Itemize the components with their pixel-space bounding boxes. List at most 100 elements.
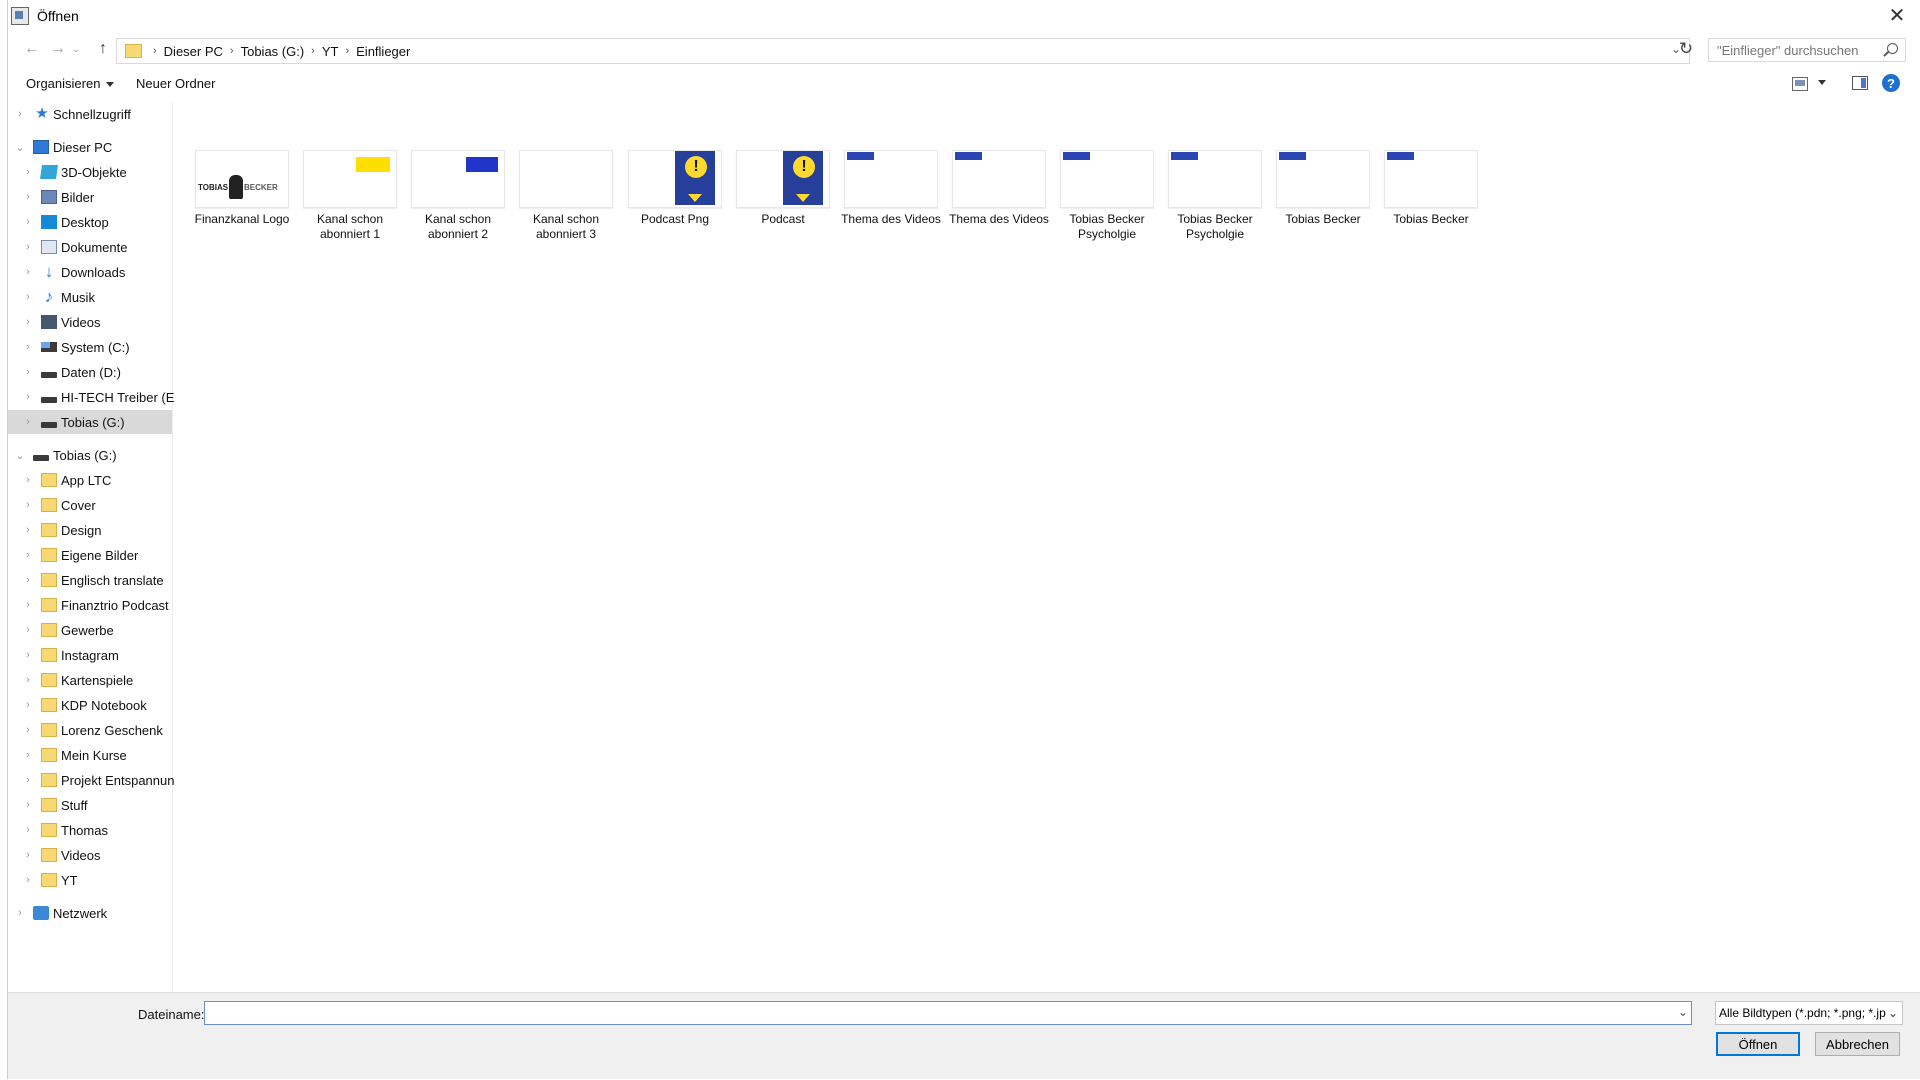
chevron-right-icon[interactable]: › [24, 824, 32, 836]
up-arrow-icon[interactable]: ↑ [91, 39, 115, 59]
filename-input[interactable] [204, 1001, 1692, 1025]
sidebar-item-gewerbe[interactable]: › Gewerbe [8, 618, 172, 642]
sidebar-item-hi-tech-treiber-e[interactable]: › HI-TECH Treiber (E:) [8, 385, 182, 409]
sidebar-item-netzwerk[interactable]: › Netzwerk [8, 901, 172, 925]
file-item[interactable]: Kanal schon abonniert 1 [300, 150, 400, 242]
chevron-right-icon[interactable]: › [16, 108, 24, 120]
chevron-right-icon[interactable]: › [24, 574, 32, 586]
breadcrumb-item[interactable]: Einflieger [356, 44, 410, 59]
sidebar-item-stuff[interactable]: › Stuff [8, 793, 172, 817]
file-item[interactable]: Thema des Videos [949, 150, 1049, 227]
sidebar-item-daten-d[interactable]: › Daten (D:) [8, 360, 172, 384]
preview-pane-icon[interactable] [1852, 76, 1868, 90]
chevron-right-icon[interactable]: › [24, 291, 32, 303]
sidebar-item-finanztrio-podcast[interactable]: › Finanztrio Podcast [8, 593, 172, 617]
file-item[interactable]: Kanal schon abonniert 3 [516, 150, 616, 242]
sidebar-item-videos-folder[interactable]: › Videos [8, 843, 172, 867]
chevron-right-icon[interactable]: › [24, 391, 32, 403]
chevron-right-icon[interactable]: › [24, 474, 32, 486]
breadcrumb-item[interactable]: YT [322, 44, 339, 59]
chevron-down-icon[interactable]: ⌄ [15, 450, 24, 462]
sidebar-item-tobias-g[interactable]: ⌄ Tobias (G:) [8, 443, 172, 467]
chevron-right-icon[interactable]: › [24, 749, 32, 761]
breadcrumb-chevron-icon[interactable]: › [230, 45, 234, 57]
file-item[interactable]: Tobias Becker Psycholgie [1057, 150, 1157, 242]
recent-locations-chevron-icon[interactable]: ⌄ [68, 39, 84, 59]
chevron-right-icon[interactable]: › [24, 699, 32, 711]
sidebar-item-dieser-pc[interactable]: ⌄ Dieser PC [8, 135, 172, 159]
breadcrumb-chevron-icon[interactable]: › [311, 45, 315, 57]
sidebar-item-schnellzugriff[interactable]: › ★ Schnellzugriff [8, 102, 172, 126]
sidebar-item-design[interactable]: › Design [8, 518, 172, 542]
sidebar-item-bilder[interactable]: › Bilder [8, 185, 172, 209]
sidebar-item-kdp-notebook[interactable]: › KDP Notebook [8, 693, 172, 717]
file-item[interactable]: Tobias Becker [1273, 150, 1373, 227]
chevron-right-icon[interactable]: › [24, 499, 32, 511]
breadcrumb-chevron-icon[interactable]: › [153, 45, 157, 57]
chevron-right-icon[interactable]: › [24, 599, 32, 611]
sidebar-item-desktop[interactable]: › Desktop [8, 210, 172, 234]
sidebar-item-dokumente[interactable]: › Dokumente [8, 235, 172, 259]
chevron-right-icon[interactable]: › [24, 416, 32, 428]
chevron-right-icon[interactable]: › [24, 549, 32, 561]
organize-menu-button[interactable]: Organisieren [26, 76, 115, 91]
chevron-right-icon[interactable]: › [24, 341, 32, 353]
breadcrumb-item[interactable]: Dieser PC [164, 44, 223, 59]
file-list-view[interactable]: TOBIAS BECKER Finanzkanal Logo Kanal sch… [174, 102, 1920, 992]
chevron-right-icon[interactable]: › [24, 166, 32, 178]
sidebar-item-mein-kurse[interactable]: › Mein Kurse [8, 743, 172, 767]
chevron-down-icon[interactable]: ⌄ [1888, 1002, 1898, 1024]
view-mode-icon[interactable] [1792, 77, 1808, 91]
chevron-right-icon[interactable]: › [24, 266, 32, 278]
sidebar-item-englisch-translate[interactable]: › Englisch translate [8, 568, 172, 592]
new-folder-button[interactable]: Neuer Ordner [136, 76, 215, 91]
sidebar-item-downloads[interactable]: › ↓ Downloads [8, 260, 172, 284]
chevron-right-icon[interactable]: › [24, 624, 32, 636]
chevron-right-icon[interactable]: › [24, 649, 32, 661]
file-item[interactable]: Tobias Becker [1381, 150, 1481, 227]
filename-dropdown-icon[interactable]: ⌄ [1678, 1005, 1692, 1019]
open-button[interactable]: Öffnen [1716, 1032, 1800, 1056]
chevron-right-icon[interactable]: › [24, 724, 32, 736]
sidebar-item-instagram[interactable]: › Instagram [8, 643, 172, 667]
chevron-right-icon[interactable]: › [24, 366, 32, 378]
chevron-down-icon[interactable]: ⌄ [15, 142, 24, 154]
search-input[interactable]: "Einflieger" durchsuchen [1708, 38, 1906, 62]
navigation-pane[interactable]: › ★ Schnellzugriff ⌄ Dieser PC › 3D-Objekte … [8, 102, 182, 992]
chevron-right-icon[interactable]: › [24, 874, 32, 886]
sidebar-item-videos[interactable]: › Videos [8, 310, 172, 334]
help-icon[interactable]: ? [1882, 74, 1900, 92]
chevron-right-icon[interactable]: › [24, 774, 32, 786]
file-item[interactable]: Tobias Becker Psycholgie [1165, 150, 1265, 242]
file-item[interactable]: TOBIAS BECKER Finanzkanal Logo [192, 150, 292, 227]
sidebar-item-thomas[interactable]: › Thomas [8, 818, 172, 842]
file-item[interactable]: ! Podcast Png [625, 150, 725, 227]
chevron-right-icon[interactable]: › [24, 316, 32, 328]
forward-arrow-icon[interactable]: → [46, 39, 70, 59]
search-icon[interactable] [1887, 43, 1898, 54]
chevron-right-icon[interactable]: › [24, 799, 32, 811]
chevron-right-icon[interactable]: › [24, 191, 32, 203]
chevron-right-icon[interactable]: › [24, 216, 32, 228]
back-arrow-icon[interactable]: ← [20, 39, 44, 59]
file-item[interactable]: ! Podcast [733, 150, 833, 227]
file-item[interactable]: Kanal schon abonniert 2 [408, 150, 508, 242]
sidebar-item-eigene-bilder[interactable]: › Eigene Bilder [8, 543, 172, 567]
chevron-right-icon[interactable]: › [24, 241, 32, 253]
sidebar-item-kartenspiele[interactable]: › Kartenspiele [8, 668, 172, 692]
chevron-right-icon[interactable]: › [24, 674, 32, 686]
sidebar-item-tobias-g-selected[interactable]: › Tobias (G:) [8, 410, 172, 434]
sidebar-item-lorenz-geschenk[interactable]: › Lorenz Geschenk [8, 718, 172, 742]
cancel-button[interactable]: Abbrechen [1815, 1032, 1900, 1056]
address-bar[interactable]: › Dieser PC › Tobias (G:) › YT › Einflie… [116, 38, 1690, 64]
breadcrumb-chevron-icon[interactable]: › [345, 45, 349, 57]
sidebar-item-musik[interactable]: › ♪ Musik [8, 285, 172, 309]
file-item[interactable]: Thema des Videos [841, 150, 941, 227]
close-icon[interactable]: ✕ [1880, 0, 1914, 31]
view-options-dropdown-icon[interactable] [1818, 80, 1826, 85]
sidebar-item-system-c[interactable]: › System (C:) [8, 335, 172, 359]
breadcrumb-item[interactable]: Tobias (G:) [241, 44, 305, 59]
sidebar-item-3d-objekte[interactable]: › 3D-Objekte [8, 160, 172, 184]
sidebar-item-yt[interactable]: › YT [8, 868, 172, 892]
sidebar-item-app-ltc[interactable]: › App LTC [8, 468, 172, 492]
